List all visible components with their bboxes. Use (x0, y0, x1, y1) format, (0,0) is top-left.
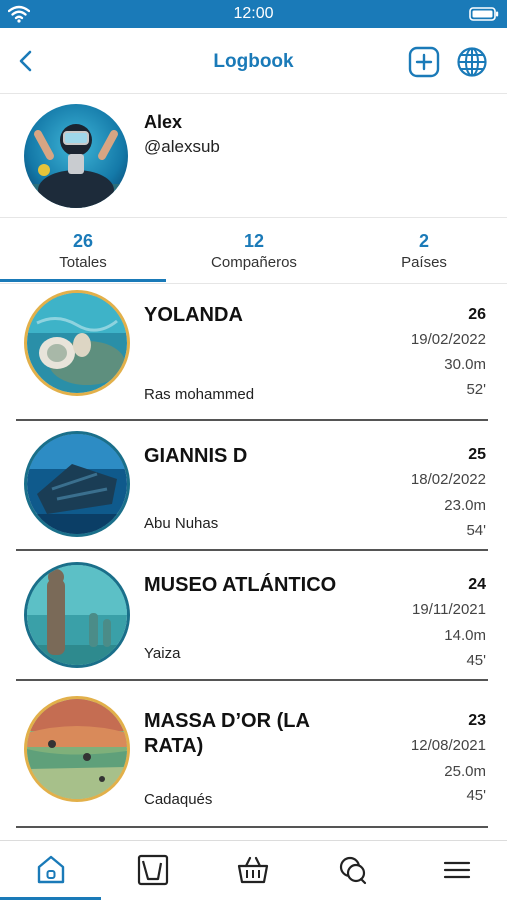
dive-duration: 52' (466, 381, 486, 398)
avatar[interactable] (24, 104, 128, 208)
profile-name: Alex (144, 112, 183, 132)
dive-date: 18/02/2022 (410, 471, 486, 488)
dive-location: Yaiza (144, 645, 181, 662)
globe-icon[interactable] (456, 46, 488, 78)
tab-count: 2 (418, 231, 429, 251)
dive-location: Ras mohammed (144, 386, 255, 403)
dive-list-item[interactable]: GIANNIS D Abu Nuhas 25 18/02/2022 23.0m … (16, 423, 488, 551)
dive-max-depth: 14.0m (444, 627, 486, 644)
tab-label: Totales (59, 254, 107, 271)
dive-location: Cadaqués (144, 791, 213, 808)
dive-site-thumbnail (24, 431, 130, 537)
dive-max-depth: 23.0m (444, 497, 486, 514)
dive-duration: 45' (466, 787, 486, 804)
dive-list-item[interactable]: MUSEO ATLÁNTICO Yaiza 24 19/11/2021 14.0… (16, 553, 488, 681)
dive-list[interactable]: YOLANDA Ras mohammed 26 19/02/2022 30.0m… (0, 285, 507, 840)
diver-avatar-image (24, 104, 128, 208)
add-dive-icon[interactable] (408, 46, 440, 78)
dive-number: 26 (468, 306, 486, 323)
dive-date: 12/08/2021 (410, 737, 486, 754)
stats-tabs: 26 Totales 12 Compañeros 2 Países (0, 218, 507, 284)
dive-site-name: MASSA D’OR (LA RATA) (144, 710, 310, 757)
dive-site-thumbnail (24, 696, 130, 802)
tab-paises[interactable]: 2 Países (341, 218, 507, 284)
dive-number: 25 (468, 446, 486, 463)
active-tab-indicator (0, 279, 166, 282)
dive-max-depth: 30.0m (444, 356, 486, 373)
dive-list-item[interactable]: YOLANDA Ras mohammed 26 19/02/2022 30.0m… (16, 285, 488, 421)
tab-companeros[interactable]: 12 Compañeros (171, 218, 337, 284)
dive-number: 24 (468, 576, 486, 593)
tab-label: Compañeros (211, 254, 297, 271)
dive-duration: 54' (466, 522, 486, 539)
menu-icon[interactable] (440, 853, 474, 887)
dive-site-name: GIANNIS D (144, 445, 248, 467)
tab-count: 12 (243, 231, 265, 251)
dive-site-name: MUSEO ATLÁNTICO (144, 574, 337, 596)
bottom-nav (0, 840, 507, 900)
status-bar: 12:00 (0, 0, 507, 28)
home-icon[interactable] (34, 853, 68, 887)
profile-handle: @alexsub (144, 137, 220, 156)
status-time: 12:00 (233, 5, 274, 22)
dive-date: 19/02/2022 (410, 331, 486, 348)
battery-icon (469, 7, 499, 21)
header: Logbook (0, 28, 507, 94)
dive-duration: 45' (466, 652, 486, 669)
dive-max-depth: 25.0m (444, 763, 486, 780)
dive-number: 23 (468, 712, 486, 729)
tab-count: 26 (72, 231, 94, 251)
dive-date: 19/11/2021 (412, 601, 486, 618)
dive-list-item[interactable]: MASSA D’OR (LA RATA) Cadaqués 23 12/08/2… (16, 683, 488, 828)
shopping-basket-icon[interactable] (236, 853, 270, 887)
dive-profile-chart-icon[interactable] (136, 853, 170, 887)
tab-label: Países (401, 254, 447, 271)
dive-location: Abu Nuhas (144, 515, 219, 532)
dive-site-thumbnail (24, 562, 130, 668)
tab-totales[interactable]: 26 Totales (0, 218, 166, 284)
chat-bubbles-icon[interactable] (336, 853, 370, 887)
dive-site-thumbnail (24, 290, 130, 396)
dive-site-name: YOLANDA (144, 304, 243, 326)
profile-card: Alex @alexsub (0, 94, 507, 218)
